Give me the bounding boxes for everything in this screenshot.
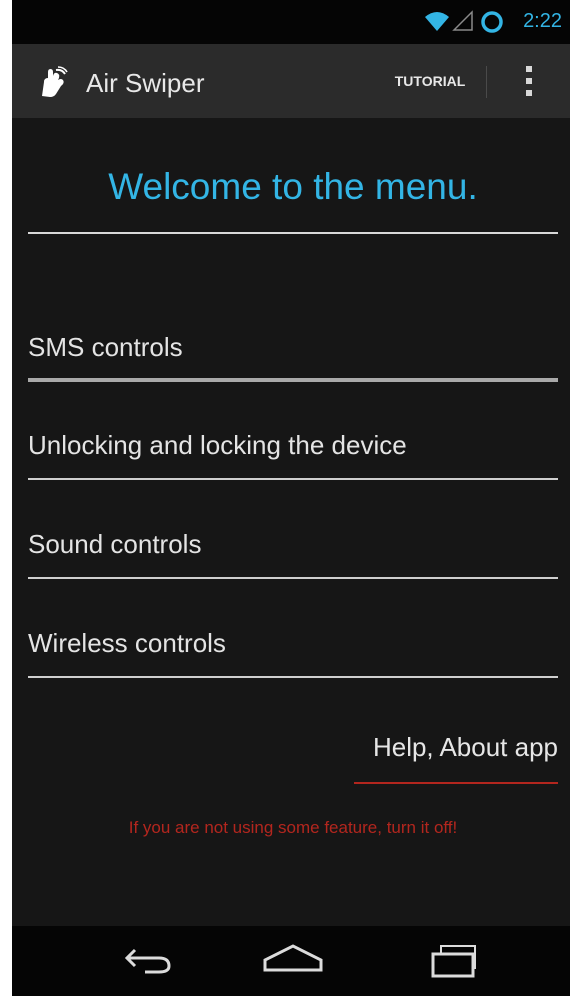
welcome-heading: Welcome to the menu. (108, 166, 478, 207)
overflow-menu-button[interactable] (512, 44, 548, 118)
menu-item-unlocking[interactable]: Unlocking and locking the device (28, 410, 558, 480)
menu-item-sound-controls[interactable]: Sound controls (28, 509, 558, 579)
help-about-link[interactable]: Help, About app (354, 730, 558, 784)
menu-item-divider (28, 577, 558, 579)
menu-item-label: Sound controls (28, 529, 202, 559)
menu-item-label: SMS controls (28, 332, 183, 362)
status-time: 2:22 (523, 10, 562, 32)
sync-icon (481, 11, 503, 33)
menu-item-divider (28, 378, 558, 382)
navigation-bar (12, 926, 570, 996)
menu-item-divider (28, 676, 558, 678)
warning-text: If you are not using some feature, turn … (128, 818, 458, 837)
status-bar: 2:22 (12, 0, 570, 44)
tutorial-button[interactable]: TUTORIAL (374, 44, 486, 118)
help-about-label: Help, About app (372, 732, 558, 762)
back-icon (124, 948, 171, 973)
menu-item-label: Wireless controls (28, 628, 226, 658)
back-button[interactable] (104, 936, 194, 986)
recent-apps-button[interactable] (412, 936, 502, 986)
recent-apps-icon (431, 944, 476, 977)
home-icon (263, 943, 323, 971)
menu-item-wireless-controls[interactable]: Wireless controls (28, 608, 558, 678)
menu-item-sms-controls[interactable]: SMS controls (28, 312, 558, 382)
action-bar-divider (486, 66, 487, 98)
menu-item-label: Unlocking and locking the device (28, 430, 407, 460)
phone-screen: 2:22 Air Swiper TUTORIAL Welcome to the … (12, 0, 570, 996)
action-bar: Air Swiper TUTORIAL (12, 44, 570, 118)
welcome-divider (28, 232, 558, 234)
help-about-underline (354, 782, 558, 784)
wifi-icon (425, 12, 449, 31)
hand-icon[interactable] (36, 66, 68, 98)
cell-signal-icon (452, 10, 473, 31)
menu-item-divider (28, 478, 558, 480)
app-title: Air Swiper (86, 68, 205, 98)
home-button[interactable] (248, 936, 338, 986)
